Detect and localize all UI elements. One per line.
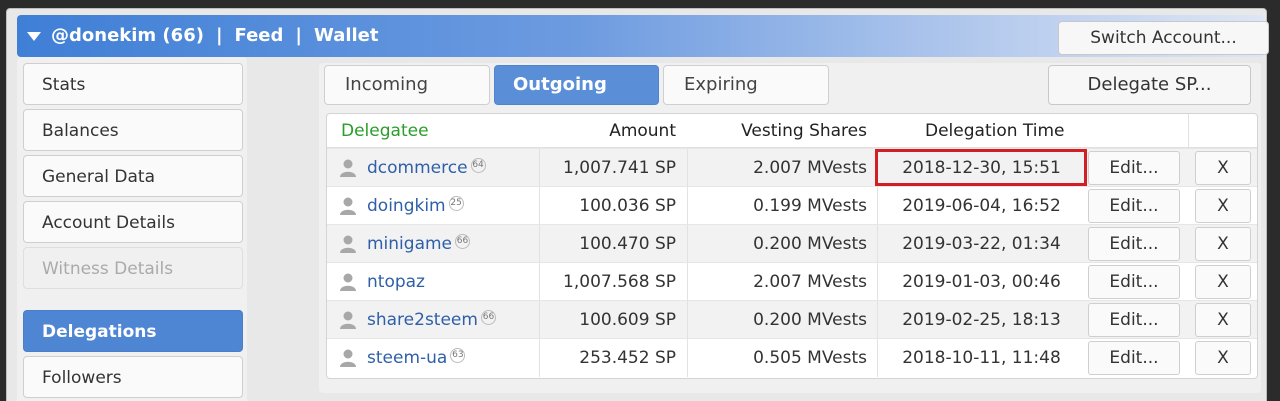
delegatee-name-link[interactable]: doingkim [367,196,446,216]
sidebar-item-followers[interactable]: Followers [23,356,243,398]
user-icon [340,273,356,291]
user-icon [340,235,356,253]
delegatee-cell: minigame 66 [367,225,471,263]
collapse-triangle-icon[interactable] [27,31,41,41]
vesting-cell: 0.199 MVests [753,196,867,216]
delegation-time-cell: 2019-02-25, 18:13 [902,310,1061,330]
wallet-link[interactable]: Wallet [314,15,379,57]
reputation-badge: 66 [480,310,496,325]
edit-button[interactable]: Edit... [1088,151,1180,185]
table-row: ntopaz 1,007.568 SP 2.007 MVests 2019-01… [327,262,1257,301]
tab-outgoing[interactable]: Outgoing [494,65,659,105]
user-icon [340,349,356,367]
reputation-badge: 66 [455,234,471,249]
reputation-badge: 25 [448,196,464,211]
table-row: minigame 66 100.470 SP 0.200 MVests 2019-… [327,224,1257,263]
header-delegation-time: Delegation Time [925,121,1065,141]
edit-button[interactable]: Edit... [1088,303,1180,337]
nav-separator: | [295,25,302,46]
amount-cell: 1,007.568 SP [563,272,676,292]
user-icon [340,311,356,329]
delegatee-cell: dcommerce 64 [367,149,486,187]
switch-account-button[interactable]: Switch Account... [1058,21,1269,55]
delegatee-cell: share2steem 66 [367,301,496,339]
nav-separator: | [215,25,223,46]
user-icon [340,159,356,177]
table-row: share2steem 66 100.609 SP 0.200 MVests 20… [327,300,1257,339]
delegatee-name-link[interactable]: minigame [367,234,452,254]
delegations-table: Delegatee Amount Vesting Shares Delegati… [326,113,1258,379]
delegation-time-cell: 2018-12-30, 15:51 [902,158,1061,178]
vesting-cell: 0.200 MVests [753,310,867,330]
amount-cell: 253.452 SP [579,348,676,368]
account-nav: @donekim (66) | Feed | Wallet [27,15,379,57]
vesting-cell: 0.200 MVests [753,234,867,254]
edit-button[interactable]: Edit... [1088,265,1180,299]
tab-expiring[interactable]: Expiring [663,65,829,105]
top-bar: @donekim (66) | Feed | Wallet Switch Acc… [17,15,1269,57]
sidebar-item-witness-details: Witness Details [23,247,243,289]
delegation-time-cell: 2019-03-22, 01:34 [902,234,1061,254]
delegatee-cell: doingkim 25 [367,187,464,225]
sidebar: Stats Balances General Data Account Deta… [17,57,247,401]
header-vesting-shares: Vesting Shares [741,121,867,141]
sidebar-item-stats[interactable]: Stats [23,63,243,105]
amount-cell: 1,007.741 SP [563,158,676,178]
vesting-cell: 2.007 MVests [753,158,867,178]
delegation-time-cell: 2018-10-11, 11:48 [902,348,1061,368]
vesting-cell: 2.007 MVests [753,272,867,292]
remove-button[interactable]: X [1195,303,1251,337]
table-header: Delegatee Amount Vesting Shares Delegati… [327,114,1257,148]
vesting-cell: 0.505 MVests [753,348,867,368]
delegatee-name-link[interactable]: steem-ua [367,348,447,368]
app-window: @donekim (66) | Feed | Wallet Switch Acc… [6,8,1269,401]
delegatee-name-link[interactable]: dcommerce [367,158,468,178]
delegate-sp-button[interactable]: Delegate SP... [1048,65,1251,105]
sidebar-item-general-data[interactable]: General Data [23,155,243,197]
remove-button[interactable]: X [1195,227,1251,261]
header-amount: Amount [609,121,676,141]
sidebar-item-account-details[interactable]: Account Details [23,201,243,243]
main-panel: Incoming Outgoing Expiring Delegate SP..… [319,63,1261,393]
delegation-time-cell: 2019-06-04, 16:52 [902,196,1061,216]
amount-cell: 100.036 SP [579,196,676,216]
table-row: steem-ua 63 253.452 SP 0.505 MVests 2018-… [327,338,1257,377]
delegation-time-cell: 2019-01-03, 00:46 [902,272,1061,292]
delegatee-cell: steem-ua 63 [367,339,466,377]
table-row: doingkim 25 100.036 SP 0.199 MVests 2019-… [327,186,1257,225]
amount-cell: 100.470 SP [579,234,676,254]
edit-button[interactable]: Edit... [1088,227,1180,261]
table-row: dcommerce 64 1,007.741 SP 2.007 MVests 20… [327,148,1257,187]
tab-incoming[interactable]: Incoming [324,65,490,105]
reputation-badge: 64 [470,158,486,173]
user-icon [340,197,356,215]
sidebar-item-balances[interactable]: Balances [23,109,243,151]
remove-button[interactable]: X [1195,265,1251,299]
sidebar-item-delegations[interactable]: Delegations [23,310,243,352]
header-divider [1188,114,1189,148]
amount-cell: 100.609 SP [579,310,676,330]
account-name-link[interactable]: @donekim (66) [51,15,204,57]
delegatee-name-link[interactable]: share2steem [367,310,478,330]
edit-button[interactable]: Edit... [1088,189,1180,223]
header-delegatee: Delegatee [341,121,429,141]
remove-button[interactable]: X [1195,151,1251,185]
feed-link[interactable]: Feed [235,15,284,57]
delegatee-cell: ntopaz [367,263,425,301]
remove-button[interactable]: X [1195,341,1251,375]
reputation-badge: 63 [450,348,466,363]
edit-button[interactable]: Edit... [1088,341,1180,375]
remove-button[interactable]: X [1195,189,1251,223]
delegatee-name-link[interactable]: ntopaz [367,272,425,292]
